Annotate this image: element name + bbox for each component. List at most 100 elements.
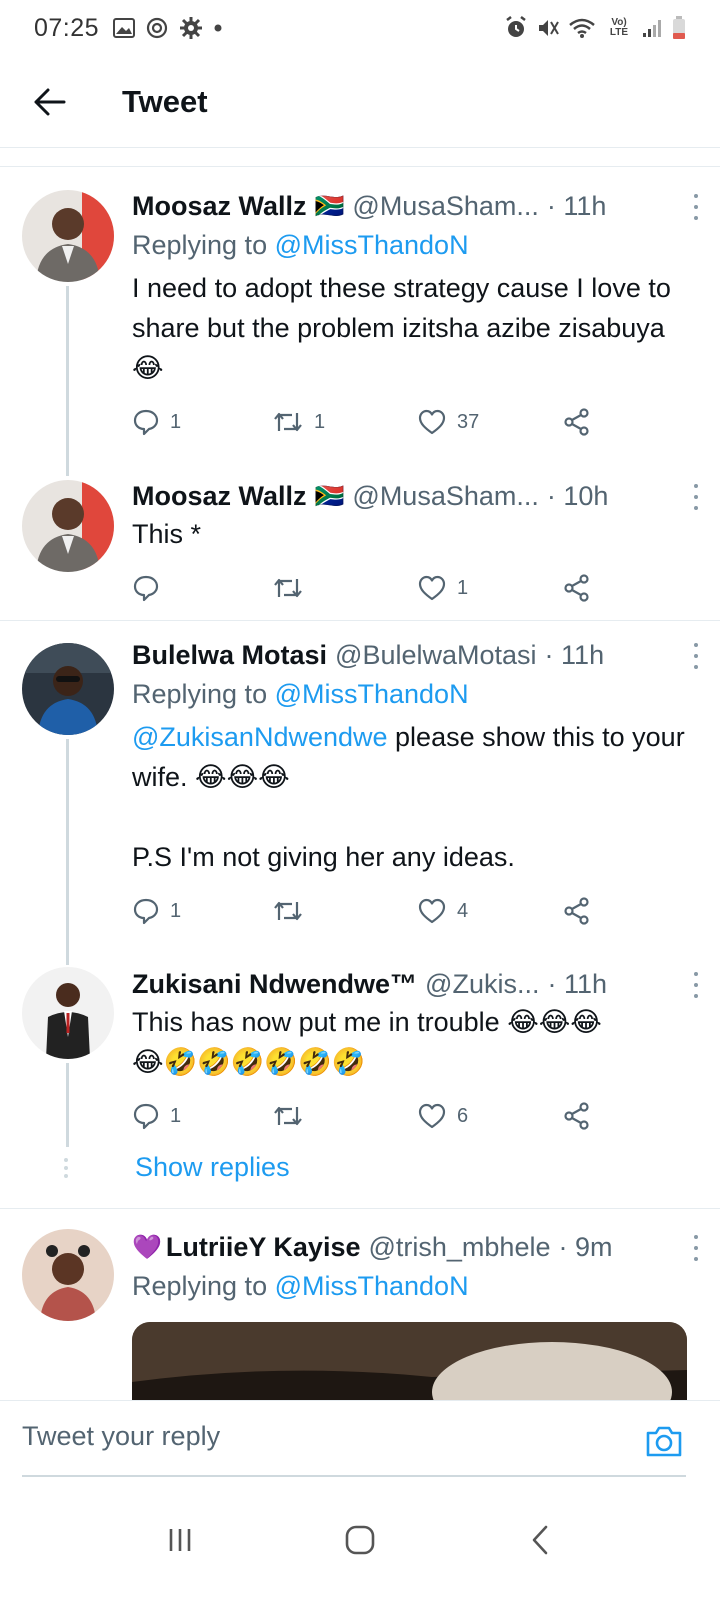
like-count: 37 — [457, 410, 480, 433]
heart-icon — [418, 1103, 446, 1129]
replying-prefix: Replying to — [132, 679, 275, 709]
user-handle[interactable]: @BulelwaMotasi — [335, 640, 537, 671]
back-button[interactable] — [26, 78, 74, 126]
replying-to: Replying to @MissThandoN — [132, 1267, 696, 1305]
tweet-text: @ZukisanNdwendwe please show this to you… — [132, 717, 696, 877]
retweet-button[interactable] — [272, 1103, 417, 1129]
avatar[interactable] — [22, 643, 114, 735]
tweet-header: Moosaz Wallz 🇿🇦 @MusaSham... · 10h — [132, 478, 696, 514]
tweet-header: 💜 LutriieY Kayise @trish_mbhele · 9m — [132, 1229, 696, 1265]
thread-line — [66, 1063, 69, 1147]
show-replies-link[interactable]: Show replies — [135, 1152, 290, 1183]
thread-line — [66, 739, 69, 965]
retweet-icon — [274, 1106, 302, 1126]
replying-prefix: Replying to — [132, 1271, 275, 1301]
replying-to-link[interactable]: @MissThandoN — [275, 230, 469, 260]
reply-button[interactable]: 1 — [132, 1102, 272, 1130]
tweet-header: Zukisani Ndwendwe™ @Zukis... · 11h — [132, 966, 696, 1002]
user-handle[interactable]: @MusaSham... — [352, 481, 538, 512]
battery-icon — [672, 16, 686, 40]
camera-button[interactable] — [644, 1421, 684, 1461]
retweet-button[interactable]: 1 — [272, 409, 417, 435]
tweet-actions: 1 4 — [132, 891, 696, 931]
user-handle[interactable]: @MusaSham... — [352, 191, 538, 222]
display-name[interactable]: Zukisani Ndwendwe™ — [132, 969, 417, 1000]
avatar[interactable] — [22, 967, 114, 1059]
tweet-actions: 1 — [132, 568, 696, 608]
user-handle[interactable]: @trish_mbhele — [368, 1232, 550, 1263]
signal-icon — [642, 18, 664, 38]
system-back-button[interactable] — [510, 1510, 570, 1570]
more-options-icon[interactable] — [686, 192, 706, 222]
reply-icon — [133, 1103, 159, 1130]
replying-to-link[interactable]: @MissThandoN — [275, 1271, 469, 1301]
display-name[interactable]: Moosaz Wallz — [132, 191, 307, 222]
avatar[interactable] — [22, 1229, 114, 1321]
recent-apps-button[interactable] — [150, 1510, 210, 1570]
avatar[interactable] — [22, 480, 114, 572]
replying-to-link[interactable]: @MissThandoN — [275, 679, 469, 709]
like-button[interactable]: 37 — [417, 408, 562, 436]
replying-to: Replying to @MissThandoN — [132, 675, 696, 713]
tweet-item[interactable]: Bulelwa Motasi @BulelwaMotasi · 11h Repl… — [0, 621, 720, 965]
divider — [0, 166, 720, 167]
share-button[interactable] — [562, 1102, 592, 1130]
user-handle[interactable]: @Zukis... — [425, 969, 539, 1000]
reply-button[interactable]: 1 — [132, 408, 272, 436]
system-nav-bar — [0, 1480, 720, 1600]
reply-input[interactable] — [22, 1421, 622, 1452]
reply-count: 1 — [170, 899, 182, 922]
tweet-actions: 1 6 — [132, 1096, 696, 1136]
like-button[interactable]: 1 — [417, 574, 562, 602]
status-time: 07:25 — [34, 13, 100, 42]
tweet-item[interactable]: Moosaz Wallz 🇿🇦 @MusaSham... · 10h This … — [0, 468, 720, 620]
tweet-actions: 1 1 37 — [132, 402, 696, 442]
more-options-icon[interactable] — [686, 641, 706, 671]
reply-count: 1 — [170, 410, 182, 433]
like-button[interactable]: 4 — [417, 897, 562, 925]
mention-link[interactable]: @ZukisanNdwendwe — [132, 722, 388, 752]
replying-prefix: Replying to — [132, 230, 275, 260]
like-count: 1 — [457, 576, 469, 599]
tweet-timestamp: · 11h — [546, 190, 607, 221]
heart-icon — [418, 898, 446, 924]
network-type: Vo) LTE — [609, 17, 629, 38]
reply-composer — [0, 1400, 720, 1480]
tweet-media-image[interactable] — [132, 1322, 687, 1400]
retweet-button[interactable] — [272, 898, 417, 924]
more-options-icon[interactable] — [686, 1233, 706, 1263]
reply-icon — [133, 409, 159, 436]
app-header: Tweet — [0, 56, 720, 148]
tweet-timestamp: · 10h — [546, 480, 609, 511]
like-button[interactable]: 6 — [417, 1102, 562, 1130]
tweet-item[interactable]: Zukisani Ndwendwe™ @Zukis... · 11h This … — [0, 957, 720, 1207]
share-icon — [564, 1102, 589, 1130]
page-title: Tweet — [122, 83, 208, 119]
display-name[interactable]: Bulelwa Motasi — [132, 640, 327, 671]
tweet-item[interactable]: Moosaz Wallz 🇿🇦 @MusaSham... · 11h Reply… — [0, 168, 720, 476]
retweet-icon — [274, 901, 302, 921]
tweet-text: This has now put me in trouble 😂😂😂 😂🤣🤣🤣🤣… — [132, 1007, 602, 1077]
tweet-timestamp: · 11h — [544, 639, 605, 670]
tweet-text: This * — [132, 519, 202, 549]
dot-icon — [213, 23, 223, 33]
more-options-icon[interactable] — [686, 970, 706, 1000]
retweet-button[interactable] — [272, 575, 417, 601]
replying-to: Replying to @MissThandoN — [132, 226, 696, 264]
home-icon — [345, 1525, 375, 1555]
display-name[interactable]: Moosaz Wallz — [132, 481, 307, 512]
heart-icon — [418, 575, 446, 601]
mute-icon — [536, 16, 560, 40]
display-name[interactable]: LutriieY Kayise — [166, 1232, 361, 1263]
share-button[interactable] — [562, 897, 592, 925]
avatar[interactable] — [22, 190, 114, 282]
like-count: 4 — [457, 899, 469, 922]
share-button[interactable] — [562, 574, 592, 602]
share-button[interactable] — [562, 408, 592, 436]
camera-icon — [646, 1426, 682, 1457]
alarm-icon — [504, 16, 528, 40]
reply-button[interactable] — [132, 574, 272, 602]
more-options-icon[interactable] — [686, 482, 706, 512]
home-button[interactable] — [330, 1510, 390, 1570]
reply-button[interactable]: 1 — [132, 897, 272, 925]
